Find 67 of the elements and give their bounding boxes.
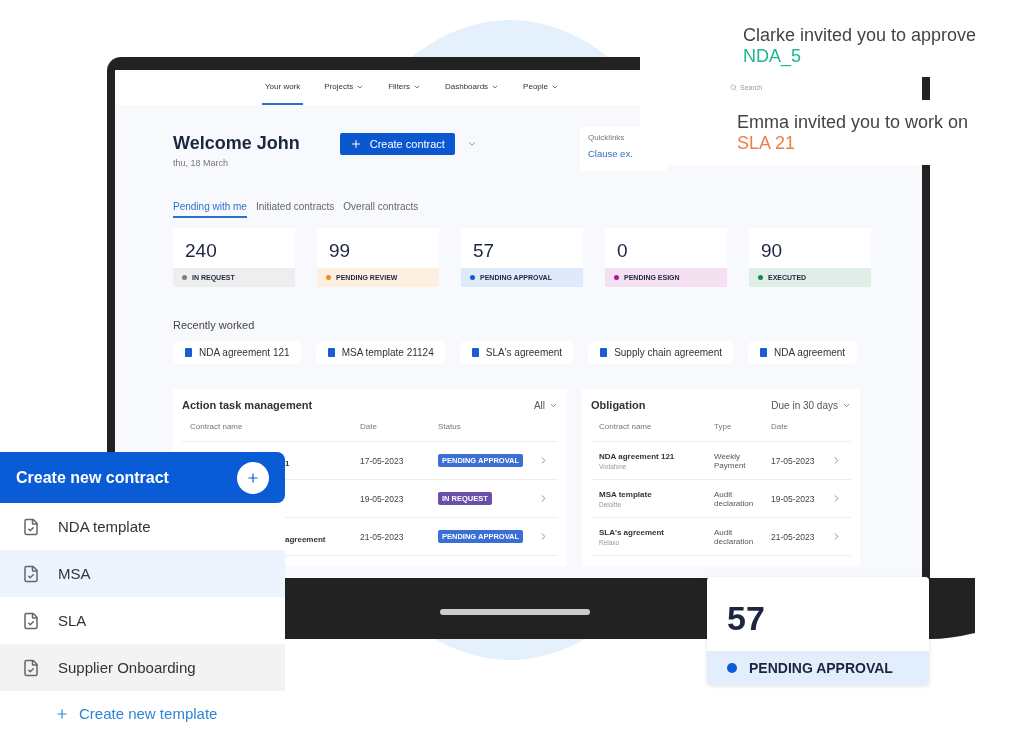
column-header: Status [438,421,462,431]
date-cell-text: 19-05-2023 [360,493,405,504]
recent-document[interactable]: NDA agreement [748,341,858,364]
column-header: Contract name [599,421,653,431]
search-icon [730,84,738,91]
nav-item[interactable]: Dashboards [441,70,503,105]
type-cell-text: Audit declaration [714,489,755,508]
stat-value: 90 [760,239,784,263]
nav-item[interactable]: Your work [262,70,304,105]
date-cell-text: 19-05-2023 [771,493,816,504]
filter-dropdown[interactable]: Due in 30 days [771,399,851,411]
template-item[interactable]: Supplier Onboarding [0,644,285,691]
panel-title: Obligation [591,399,646,411]
stat-value: 99 [328,239,352,263]
document-icon [22,611,40,630]
nav-item[interactable]: Projects [321,70,368,105]
plus-icon [55,706,69,721]
status-label: PENDING APPROVAL [707,651,929,685]
plus-icon [349,138,362,150]
create-new-contract-button[interactable]: Create new contract [0,452,285,503]
template-item[interactable]: MSA [0,550,285,597]
type-cell-text: Audit declaration [714,527,755,546]
document-icon [22,517,40,536]
quicklinks-title: Quicklinks [587,133,626,142]
stat-value: 240 [184,239,218,263]
contract-name: MSA template [599,489,653,499]
stat-value: 0 [616,239,629,263]
tab[interactable]: Pending with me [173,201,247,218]
document-icon [22,658,40,677]
notification-text: Emma invited you to work on [737,111,970,133]
chevron-icon[interactable] [466,139,477,149]
panel-title: Action task management [182,399,313,411]
contract-name: NDA agreement 121 [599,451,676,461]
document-icon [600,348,608,357]
contract-name: SLA's agreement [599,527,666,537]
nav-item[interactable]: People [520,70,563,105]
date-text: thu, 18 March [173,158,230,168]
stat-value: 57 [726,598,766,639]
recent-document[interactable]: MSA template 21124 [315,341,446,364]
recent-document[interactable]: Supply chain agreement [588,341,734,364]
document-icon [185,348,192,357]
contract-name: 1 [285,458,290,468]
page-title: Welcome John [173,133,300,154]
notification-text: Clarke invited you to approve [743,25,978,46]
document-icon [471,348,479,357]
column-header: Date [360,421,378,431]
date-cell-text: 17-05-2023 [360,455,405,466]
date-cell-text: 17-05-2023 [771,455,816,466]
type-cell-text: Weekly Payment [714,451,747,470]
recent-document[interactable]: SLA's agreement [459,341,575,364]
recent-document[interactable]: NDA agreement 121 [173,341,302,364]
tab[interactable]: Overall contracts [343,201,419,218]
create-contract-button[interactable]: Create contract [339,133,455,155]
document-icon [760,348,767,357]
date-cell-text: 21-05-2023 [771,531,816,542]
contract-name: agreement [285,534,326,544]
column-header: Date [771,421,789,431]
stat-value: 57 [472,239,496,263]
date-cell-text: 21-05-2023 [360,531,405,542]
nav-item[interactable]: Filters [385,70,424,105]
filter-dropdown[interactable]: All [533,399,558,411]
column-header: Type [714,421,733,431]
column-header: Contract name [190,421,244,431]
section-title: Recently worked [173,319,256,331]
document-icon [327,348,335,357]
document-icon [22,564,40,583]
tab[interactable]: Initiated contracts [255,201,335,218]
